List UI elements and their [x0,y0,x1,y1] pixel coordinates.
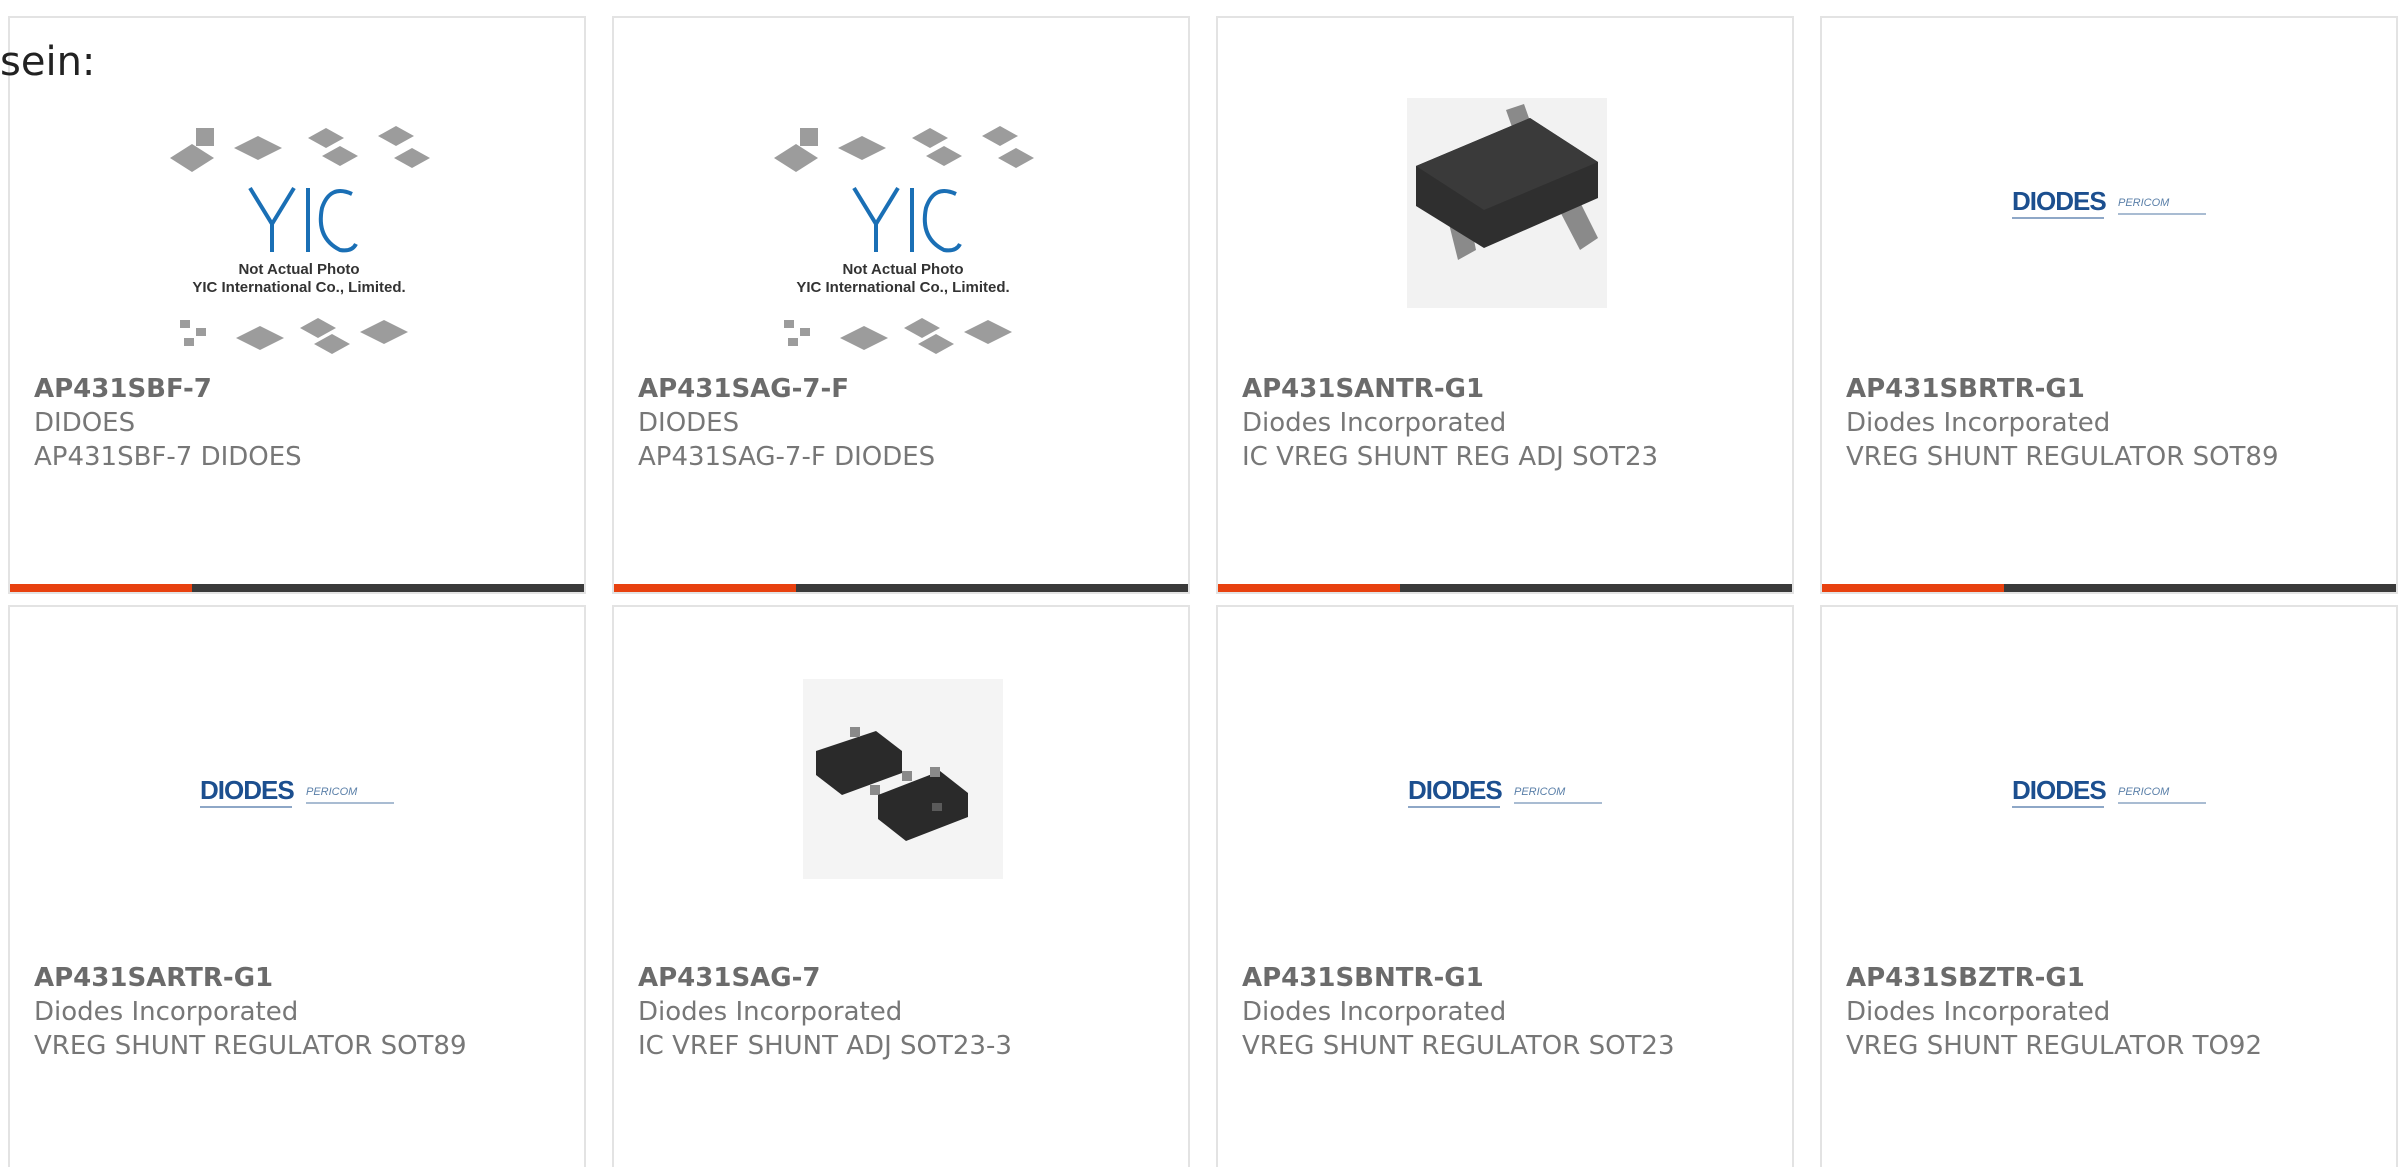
card-bar [1218,584,1792,592]
pericom-logo-text: PERICOM [306,786,358,798]
manufacturer: Diodes Incorporated [1242,408,1507,438]
product-card[interactable]: DIODES PERICOM AP431SARTR-G1 Diodes Inco… [8,605,586,1167]
part-number-link[interactable]: AP431SBRTR-G1 [1846,372,2386,406]
product-card[interactable]: DIODES PERICOM AP431SBRTR-G1 Diodes Inco… [1820,16,2398,594]
description: IC VREG SHUNT REG ADJ SOT23 [1242,442,1659,472]
product-info: AP431SBNTR-G1 Diodes Incorporated VREG S… [1242,961,1782,1063]
card-bar-accent [1822,584,2004,592]
manufacturer: Diodes Incorporated [1846,997,2111,1027]
description: IC VREF SHUNT ADJ SOT23-3 [638,1031,1012,1061]
product-info: AP431SARTR-G1 Diodes Incorporated VREG S… [34,961,574,1063]
product-info: AP431SBRTR-G1 Diodes Incorporated VREG S… [1846,372,2386,474]
diodes-logo-text: DIODES [2012,186,2106,216]
part-number-link[interactable]: AP431SBNTR-G1 [1242,961,1782,995]
product-info: AP431SBF-7 DIDOES AP431SBF-7 DIDOES [34,372,574,474]
card-bar-accent [10,584,192,592]
part-number-link[interactable]: AP431SBZTR-G1 [1846,961,2386,995]
product-image[interactable] [614,627,1188,957]
manufacturer: Diodes Incorporated [638,997,903,1027]
description: VREG SHUNT REGULATOR SOT89 [34,1031,467,1061]
description: VREG SHUNT REGULATOR TO92 [1846,1031,2262,1061]
product-grid-page: sein: Not Actual Photo YIC International… [0,0,2400,1167]
pericom-logo-text: PERICOM [2118,786,2170,798]
description: AP431SBF-7 DIDOES [34,442,302,472]
pericom-logo-text: PERICOM [2118,197,2170,209]
description: VREG SHUNT REGULATOR SOT89 [1846,442,2279,472]
description: VREG SHUNT REGULATOR SOT23 [1242,1031,1675,1061]
product-info: AP431SANTR-G1 Diodes Incorporated IC VRE… [1242,372,1782,474]
product-image[interactable]: DIODES PERICOM [1822,38,2396,368]
placeholder-title: Not Actual Photo [238,261,359,278]
manufacturer: Diodes Incorporated [1846,408,2111,438]
part-number-link[interactable]: AP431SAG-7-F [638,372,1178,406]
placeholder-company: YIC International Co., Limited. [796,279,1009,296]
product-image[interactable]: Not Actual Photo YIC International Co., … [10,38,584,368]
part-number-link[interactable]: AP431SARTR-G1 [34,961,574,995]
card-bar [1822,584,2396,592]
description: AP431SAG-7-F DIODES [638,442,936,472]
card-bar-accent [614,584,796,592]
product-image[interactable]: DIODES PERICOM [10,627,584,957]
card-bar [614,584,1188,592]
manufacturer: DIODES [638,408,740,438]
product-card[interactable]: DIODES PERICOM AP431SBNTR-G1 Diodes Inco… [1216,605,1794,1167]
product-info: AP431SAG-7 Diodes Incorporated IC VREF S… [638,961,1178,1063]
product-card[interactable]: DIODES PERICOM AP431SBZTR-G1 Diodes Inco… [1820,605,2398,1167]
manufacturer: DIDOES [34,408,136,438]
product-image[interactable]: DIODES PERICOM [1822,627,2396,957]
product-image[interactable]: Not Actual Photo YIC International Co., … [614,38,1188,368]
pericom-logo-text: PERICOM [1514,786,1566,798]
product-card[interactable]: AP431SAG-7 Diodes Incorporated IC VREF S… [612,605,1190,1167]
product-info: AP431SBZTR-G1 Diodes Incorporated VREG S… [1846,961,2386,1063]
product-card[interactable]: AP431SANTR-G1 Diodes Incorporated IC VRE… [1216,16,1794,594]
product-card[interactable]: Not Actual Photo YIC International Co., … [612,16,1190,594]
manufacturer: Diodes Incorporated [1242,997,1507,1027]
placeholder-title: Not Actual Photo [842,261,963,278]
product-info: AP431SAG-7-F DIODES AP431SAG-7-F DIODES [638,372,1178,474]
diodes-logo-text: DIODES [1408,775,1502,805]
card-bar-accent [1218,584,1400,592]
diodes-logo-text: DIODES [2012,775,2106,805]
product-image[interactable]: DIODES PERICOM [1218,627,1792,957]
part-number-link[interactable]: AP431SANTR-G1 [1242,372,1782,406]
card-bar [10,584,584,592]
part-number-link[interactable]: AP431SBF-7 [34,372,574,406]
part-number-link[interactable]: AP431SAG-7 [638,961,1178,995]
placeholder-company: YIC International Co., Limited. [192,279,405,296]
product-card[interactable]: Not Actual Photo YIC International Co., … [8,16,586,594]
intro-text: sein: [0,39,96,85]
product-image[interactable] [1218,38,1792,368]
manufacturer: Diodes Incorporated [34,997,299,1027]
diodes-logo-text: DIODES [200,775,294,805]
